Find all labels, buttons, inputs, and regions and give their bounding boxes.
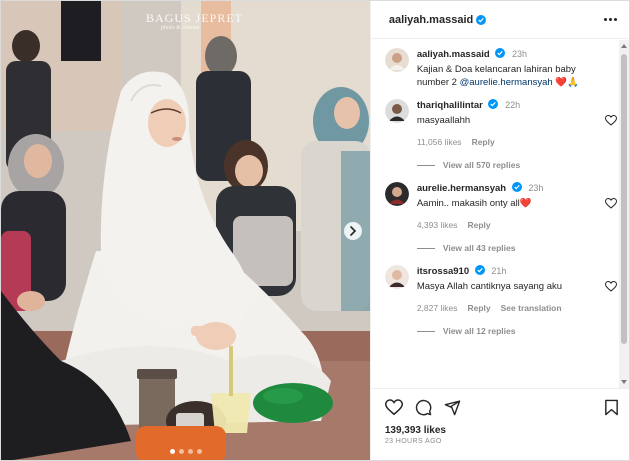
- comment-likes[interactable]: 11,056 likes: [417, 136, 462, 149]
- post-header: aaliyah.massaid: [370, 1, 629, 39]
- caption-time: 23h: [512, 49, 528, 59]
- share-icon[interactable]: [444, 399, 461, 416]
- view-replies-label: View all 12 replies: [442, 326, 516, 336]
- verified-badge-icon: [474, 265, 485, 275]
- divider: [416, 248, 435, 249]
- divider: [416, 165, 435, 166]
- comment-time: 22h: [505, 100, 521, 110]
- bookmark-icon[interactable]: [604, 399, 619, 416]
- scrollbar-thumb[interactable]: [621, 54, 627, 344]
- comment-likes[interactable]: 4,393 likes: [417, 219, 458, 232]
- post-actions: [384, 397, 619, 417]
- caption: aaliyah.massaid 23h Kajian & Doa kelanca…: [384, 48, 619, 89]
- more-icon: [604, 18, 607, 21]
- verified-badge-icon: [511, 182, 522, 192]
- carousel-dot: [188, 449, 193, 454]
- view-replies-label: View all 43 replies: [442, 243, 516, 253]
- comment-meta: 11,056 likes Reply: [417, 136, 601, 149]
- post-author-username[interactable]: aaliyah.massaid: [389, 14, 473, 26]
- post-side-panel: aaliyah.massaid aaliyah.massaid 23h Kaji: [369, 1, 629, 460]
- comment: itsrossa910 21h Masya Allah cantiknya sa…: [384, 265, 619, 338]
- comment-username[interactable]: thariqhalilintar: [417, 100, 483, 111]
- comments-list: aaliyah.massaid 23h Kajian & Doa kelanca…: [371, 40, 619, 388]
- watermark-title: BAGUS JEPRET: [146, 11, 244, 25]
- verified-badge-icon: [495, 48, 506, 58]
- comment-text: Aamin.. makasih onty all❤️: [416, 198, 532, 209]
- post-footer: 139,393 likes 23 HOURS AGO: [370, 388, 629, 460]
- comment-username[interactable]: itsrossa910: [417, 266, 469, 277]
- view-replies-button[interactable]: View all 43 replies: [416, 242, 601, 255]
- comment-username[interactable]: aurelie.hermansyah: [417, 183, 506, 194]
- comment-time: 21h: [491, 266, 507, 276]
- comment-time: 23h: [528, 183, 544, 193]
- view-replies-button[interactable]: View all 12 replies: [416, 325, 601, 338]
- watermark-subtitle: photo & cinema: [161, 25, 200, 31]
- carousel-dot: [170, 449, 175, 454]
- photo-illustration: [1, 1, 370, 460]
- caption-emoji: ❤️🙏: [552, 77, 579, 88]
- comment-text: Masya Allah cantiknya sayang aku: [416, 281, 563, 292]
- avatar[interactable]: [384, 99, 409, 123]
- comment: thariqhalilintar 22h masyaallahh 11,056 …: [384, 99, 619, 172]
- post-likes-count[interactable]: 139,393 likes: [385, 425, 619, 436]
- comment-likes[interactable]: 2,827 likes: [417, 302, 458, 315]
- post-photo[interactable]: BAGUS JEPRET photo & cinema: [1, 1, 370, 460]
- verified-badge-icon: [476, 14, 487, 25]
- avatar[interactable]: [384, 182, 409, 206]
- verified-badge-icon: [488, 99, 499, 109]
- heart-icon[interactable]: [384, 398, 403, 416]
- scroll-down-icon[interactable]: [621, 380, 627, 384]
- more-options-button[interactable]: [604, 18, 617, 21]
- next-slide-button[interactable]: [344, 222, 362, 240]
- heart-icon[interactable]: [604, 115, 617, 126]
- comment-meta: 2,827 likes Reply See translation: [417, 302, 601, 315]
- scroll-up-icon[interactable]: [621, 44, 627, 48]
- reply-button[interactable]: Reply: [472, 136, 495, 149]
- caption-mention[interactable]: @aurelie.hermansyah: [460, 77, 553, 88]
- heart-icon[interactable]: [604, 198, 617, 209]
- comment: aurelie.hermansyah 23h Aamin.. makasih o…: [384, 182, 619, 255]
- comments-scrollbar[interactable]: [619, 40, 629, 388]
- avatar[interactable]: [384, 265, 409, 289]
- instagram-post-modal: BAGUS JEPRET photo & cinema aaliyah.mass…: [0, 0, 630, 461]
- see-translation-button[interactable]: See translation: [501, 302, 562, 315]
- comment-text: masyaallahh: [416, 115, 471, 126]
- comment-meta: 4,393 likes Reply: [417, 219, 601, 232]
- reply-button[interactable]: Reply: [467, 302, 490, 315]
- divider: [416, 331, 435, 332]
- caption-username[interactable]: aaliyah.massaid: [417, 49, 490, 60]
- heart-icon[interactable]: [604, 281, 617, 292]
- carousel-dot: [197, 449, 202, 454]
- view-replies-button[interactable]: View all 570 replies: [416, 159, 601, 172]
- carousel-dots: [1, 449, 370, 454]
- caption-text: Kajian & Doa kelancaran lahiran baby num…: [417, 63, 601, 89]
- next-arrow-icon: [350, 226, 357, 236]
- avatar[interactable]: [384, 48, 409, 72]
- post-date: 23 HOURS AGO: [384, 438, 442, 445]
- view-replies-label: View all 570 replies: [442, 160, 521, 170]
- comment-icon[interactable]: [415, 399, 432, 416]
- reply-button[interactable]: Reply: [467, 219, 490, 232]
- carousel-dot: [179, 449, 184, 454]
